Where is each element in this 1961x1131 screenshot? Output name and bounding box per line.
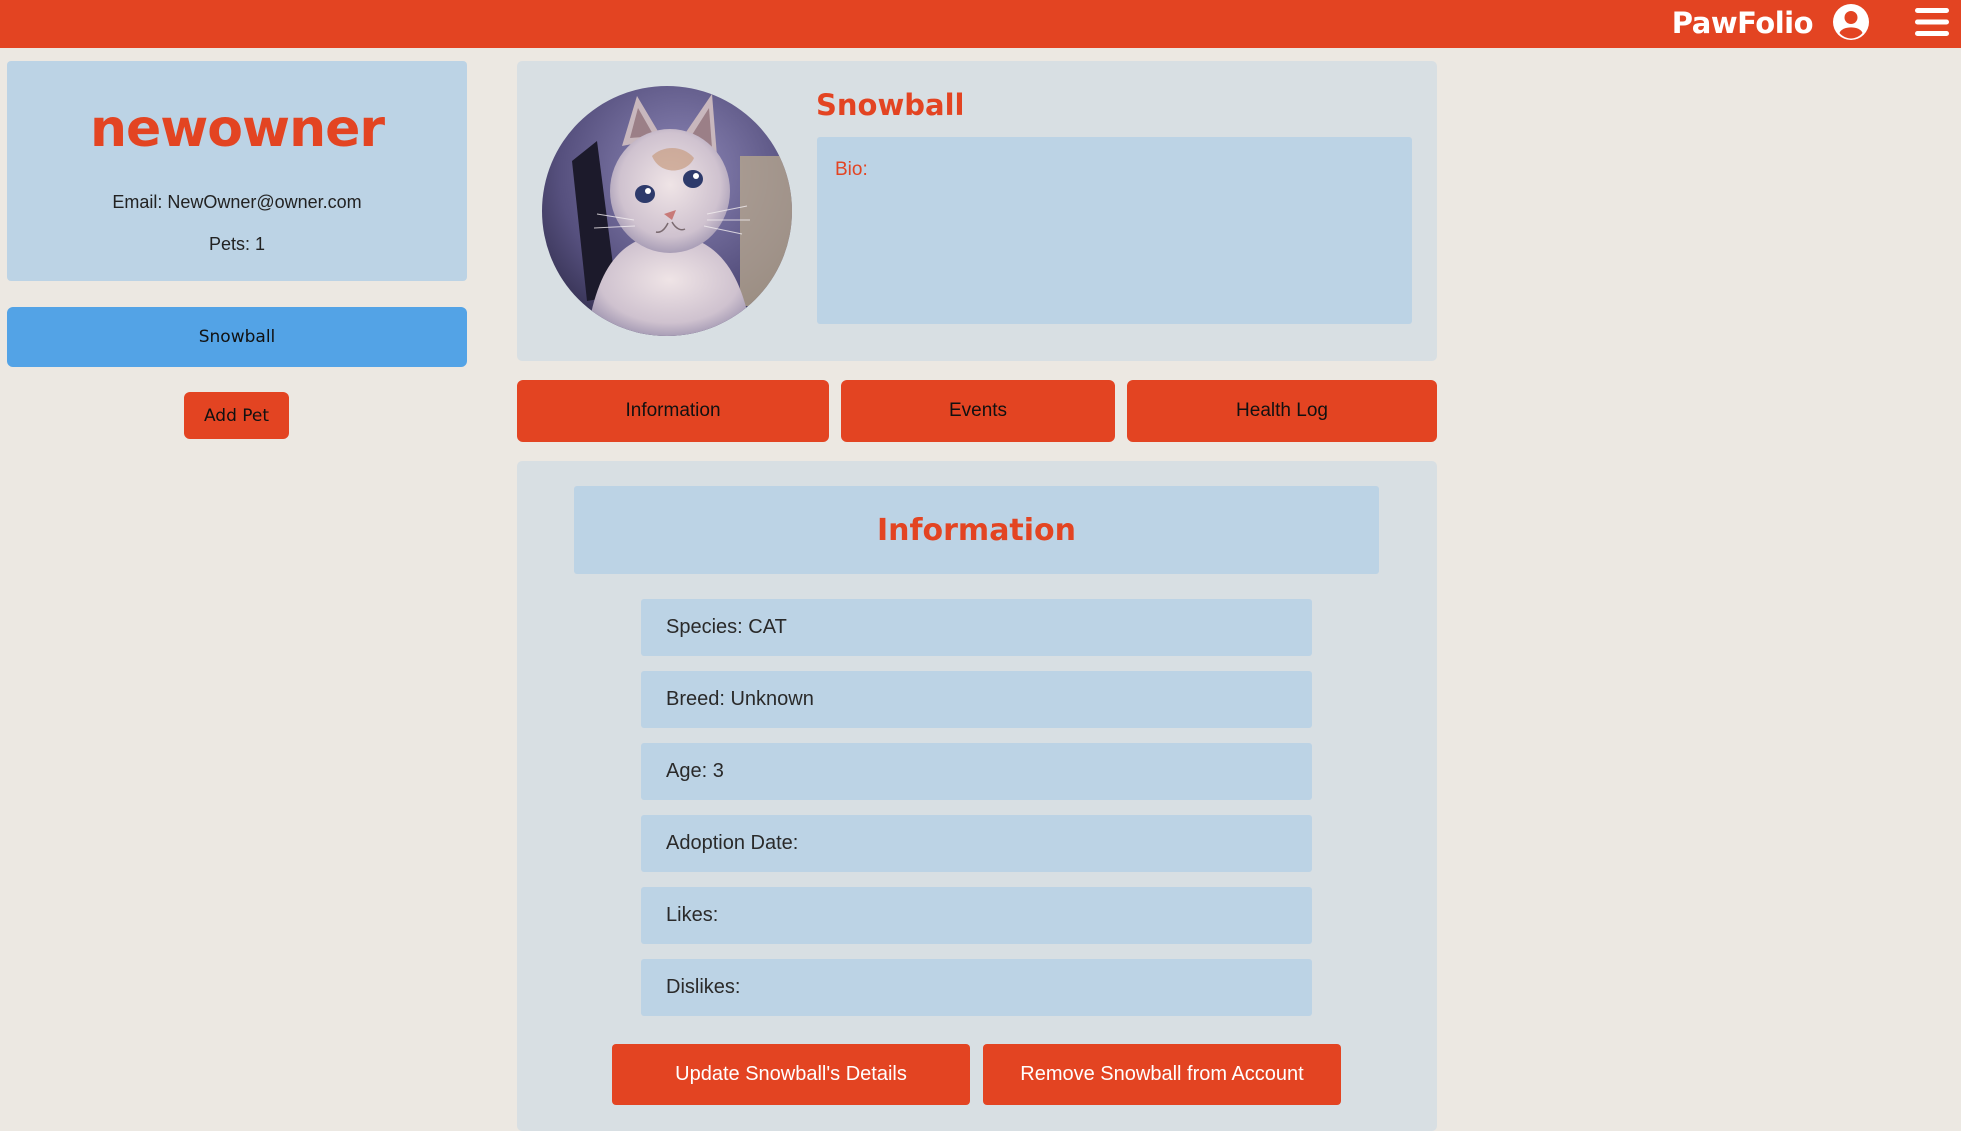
owner-card: newowner Email: NewOwner@owner.com Pets:… [7, 61, 467, 281]
top-navbar: PawFolio [0, 0, 1961, 48]
field-species: Species: CAT [641, 599, 1312, 656]
bio-label: Bio: [835, 159, 868, 180]
information-heading: Information [574, 486, 1379, 574]
add-pet-button[interactable]: Add Pet [184, 392, 289, 439]
pet-photo [542, 86, 792, 336]
user-circle-icon[interactable] [1832, 3, 1870, 41]
brand-logo[interactable]: PawFolio [1672, 6, 1814, 40]
update-pet-button[interactable]: Update Snowball's Details [612, 1044, 970, 1105]
pet-bio-box: Bio: [817, 137, 1412, 324]
sidebar-pet-snowball[interactable]: Snowball [7, 307, 467, 367]
field-breed: Breed: Unknown [641, 671, 1312, 728]
owner-pet-count: Pets: 1 [208, 234, 266, 254]
owner-email: Email: NewOwner@owner.com [112, 192, 362, 212]
remove-pet-button[interactable]: Remove Snowball from Account [983, 1044, 1341, 1105]
field-likes: Likes: [641, 887, 1312, 944]
tab-information[interactable]: Information [517, 380, 829, 442]
hamburger-menu-icon[interactable] [1915, 7, 1949, 37]
information-panel: Information Species: CAT Breed: Unknown … [517, 461, 1437, 1131]
pet-profile-panel: Snowball Bio: [517, 61, 1437, 361]
field-age: Age: 3 [641, 743, 1312, 800]
field-adoption-date: Adoption Date: [641, 815, 1312, 872]
owner-name: newowner [89, 99, 385, 159]
tab-health-log[interactable]: Health Log [1127, 380, 1437, 442]
pet-name-heading: Snowball [816, 88, 965, 122]
tab-events[interactable]: Events [841, 380, 1115, 442]
field-dislikes: Dislikes: [641, 959, 1312, 1016]
